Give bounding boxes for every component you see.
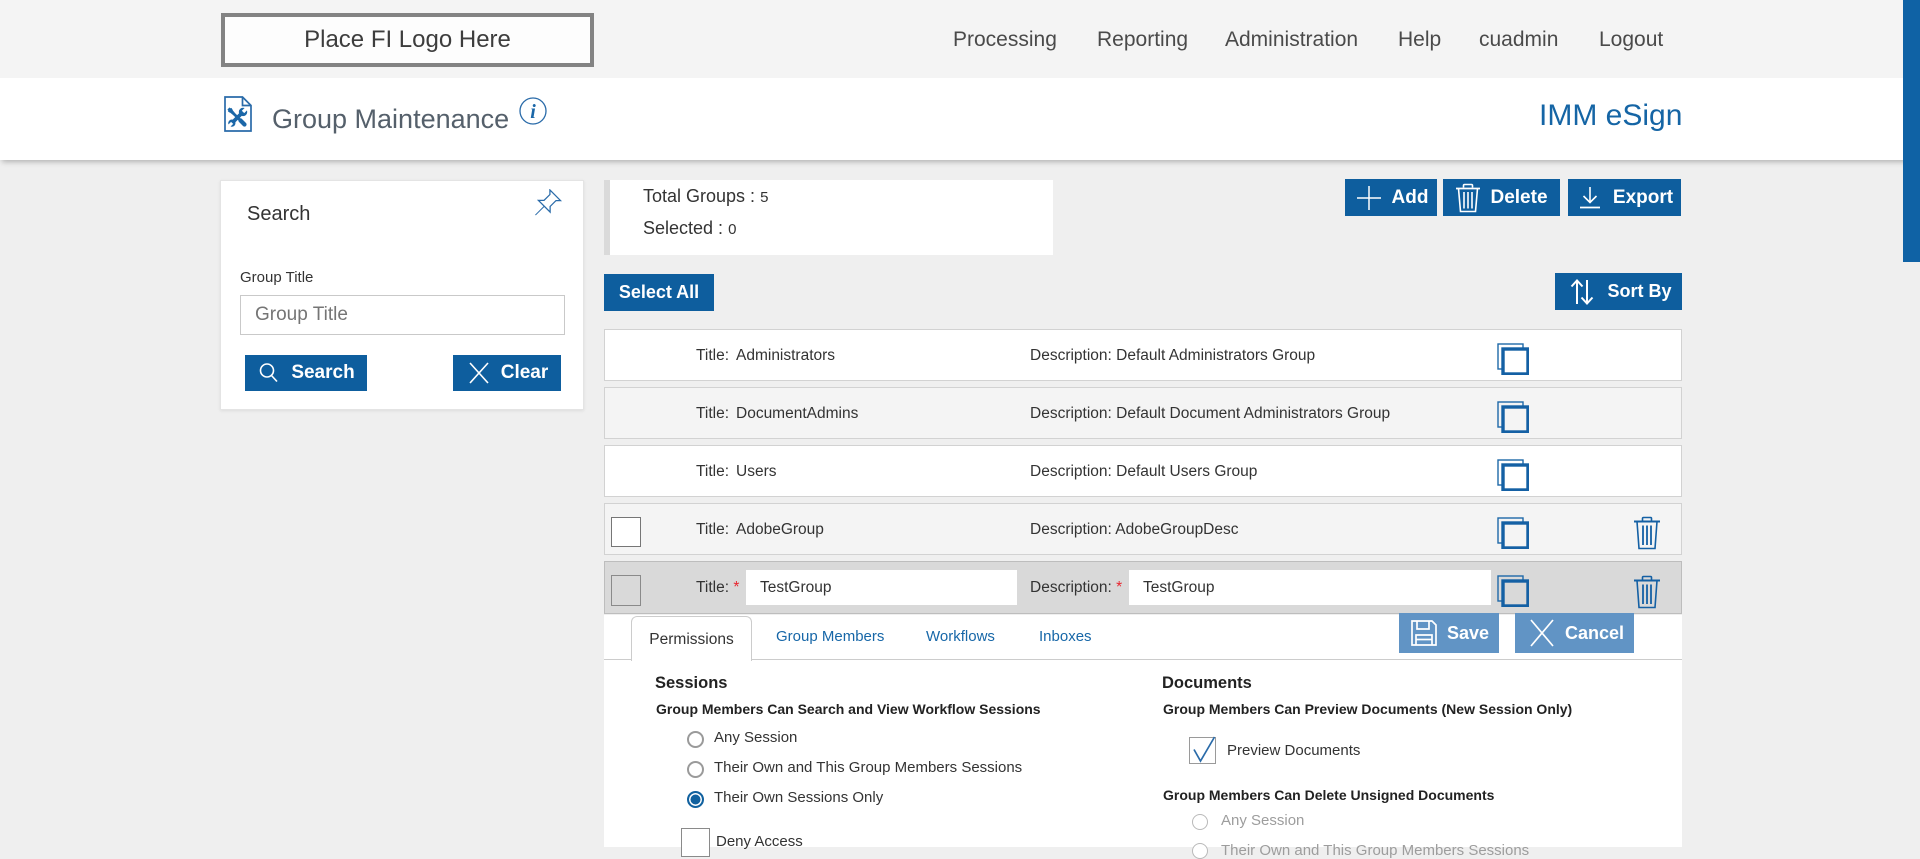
svg-text:i: i — [530, 101, 536, 123]
